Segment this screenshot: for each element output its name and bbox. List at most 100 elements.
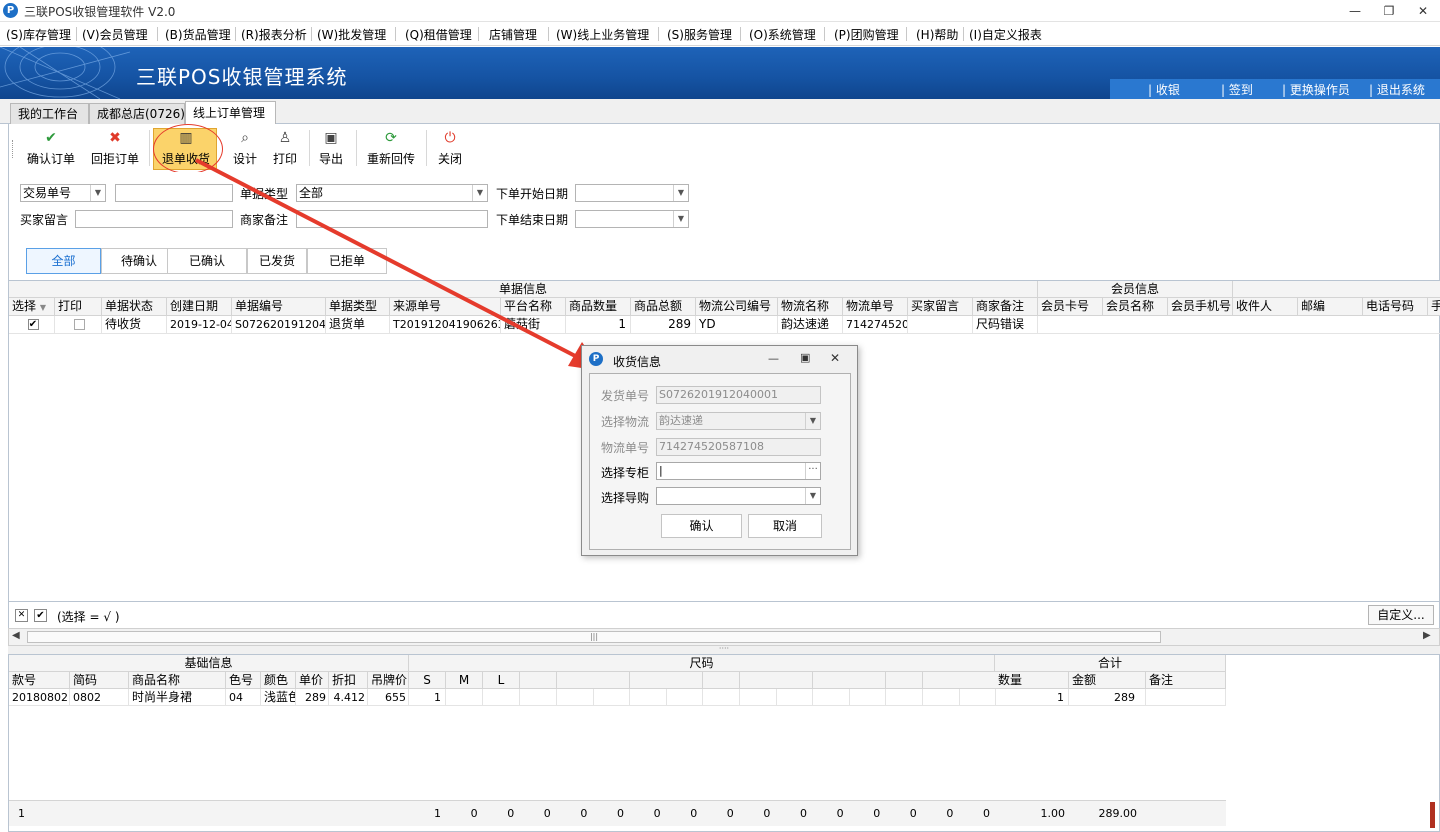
scroll-right-icon[interactable]: ▶ [1423, 630, 1431, 641]
clear-filter-icon[interactable]: ✕ [15, 609, 28, 622]
menu-help[interactable]: (H)帮助 [916, 26, 958, 43]
menu-goods[interactable]: (B)货品管理 [165, 26, 231, 43]
col-size-s[interactable]: S [409, 672, 446, 689]
filter-icon[interactable]: ▼ [40, 303, 46, 312]
print-button[interactable]: ♙ 打印 [268, 130, 302, 168]
menu-service[interactable]: (S)服务管理 [667, 26, 732, 43]
tab-online-orders[interactable]: 线上订单管理 [185, 101, 276, 124]
trade-type-select[interactable]: 交易单号 ▼ [20, 184, 106, 202]
col-style-no[interactable]: 款号 [9, 672, 70, 689]
col-tag-price[interactable]: 吊牌价 [368, 672, 409, 689]
row-size-m[interactable] [446, 689, 483, 706]
status-tab-confirmed[interactable]: 已确认 [167, 248, 247, 274]
export-button[interactable]: ▣ 导出 [314, 130, 348, 168]
tab-chengdu-store[interactable]: 成都总店(0726) [89, 103, 185, 124]
dialog-cancel-button[interactable]: 取消 [748, 514, 822, 538]
col-total[interactable]: 商品总额 [631, 298, 696, 316]
scroll-left-icon[interactable]: ◀ [12, 630, 20, 641]
row-size-blank[interactable] [666, 689, 704, 706]
row-size-blank[interactable] [629, 689, 667, 706]
dialog-ok-button[interactable]: 确认 [661, 514, 742, 538]
row-size-blank[interactable] [776, 689, 814, 706]
col-doc-type[interactable]: 单据类型 [326, 298, 390, 316]
menu-store[interactable]: 店铺管理 [489, 26, 537, 43]
col-product-name[interactable]: 商品名称 [129, 672, 226, 689]
confirm-order-button[interactable]: ✔ 确认订单 [24, 130, 78, 168]
row-print-checkbox[interactable] [55, 316, 102, 334]
row-select-checkbox[interactable]: ✔ [9, 316, 55, 334]
guide-select[interactable]: ▼ [656, 487, 821, 505]
close-button[interactable]: ⏻ 关闭 [434, 130, 466, 168]
row-size-blank[interactable] [593, 689, 631, 706]
ellipsis-icon[interactable]: ··· [805, 463, 820, 479]
link-exit[interactable]: | 退出系统 [1369, 81, 1425, 98]
row-size-blank[interactable] [812, 689, 850, 706]
menu-wholesale[interactable]: (W)批发管理 [317, 26, 386, 43]
col-size-l[interactable]: L [483, 672, 520, 689]
menu-rental[interactable]: (Q)租借管理 [405, 26, 472, 43]
design-button[interactable]: ⌕ 设计 [228, 130, 262, 168]
row-size-blank[interactable] [520, 689, 557, 706]
col-size-m[interactable]: M [446, 672, 483, 689]
buyer-msg-input[interactable] [75, 210, 233, 228]
col-short-code[interactable]: 简码 [70, 672, 129, 689]
menu-reports[interactable]: (R)报表分析 [241, 26, 307, 43]
menu-system[interactable]: (O)系统管理 [749, 26, 816, 43]
scroll-thumb[interactable]: ||| [27, 631, 1161, 643]
col-select[interactable]: 选择 ▼ [9, 298, 55, 316]
row-size-blank[interactable] [922, 689, 960, 706]
col-platform[interactable]: 平台名称 [501, 298, 566, 316]
dialog-restore-icon[interactable]: ▣ [800, 351, 810, 364]
row-size-blank[interactable] [739, 689, 777, 706]
col-doc-no[interactable]: 单据编号 [232, 298, 326, 316]
resize-grip[interactable] [1430, 802, 1435, 828]
col-status[interactable]: 单据状态 [102, 298, 167, 316]
col-merchant-note[interactable]: 商家备注 [973, 298, 1038, 316]
reject-order-button[interactable]: ✖ 回拒订单 [88, 130, 142, 168]
end-date-picker[interactable]: ▼ [575, 210, 689, 228]
link-switch-operator[interactable]: | 更换操作员 [1282, 81, 1350, 98]
status-tab-pending[interactable]: 待确认 [101, 248, 177, 274]
col-total-amount[interactable]: 金额 [1069, 672, 1146, 689]
col-postcode[interactable]: 邮编 [1298, 298, 1363, 316]
link-cashier[interactable]: | 收银 [1148, 81, 1180, 98]
col-print[interactable]: 打印 [55, 298, 102, 316]
col-note[interactable]: 备注 [1146, 672, 1226, 689]
filter-enabled-checkbox[interactable]: ✔ [34, 609, 47, 622]
col-buyer-msg[interactable]: 买家留言 [908, 298, 973, 316]
row-size-blank[interactable] [886, 689, 923, 706]
resend-button[interactable]: ⟳ 重新回传 [364, 130, 418, 168]
row-size-blank[interactable] [703, 689, 740, 706]
col-qty[interactable]: 商品数量 [566, 298, 631, 316]
col-recipient[interactable]: 收件人 [1233, 298, 1298, 316]
col-created[interactable]: 创建日期 [167, 298, 232, 316]
doc-type-select[interactable]: 全部 ▼ [296, 184, 488, 202]
row-size-blank[interactable] [959, 689, 997, 706]
row-size-l[interactable] [483, 689, 520, 706]
close-icon[interactable]: ✕ [1408, 2, 1438, 20]
status-tab-shipped[interactable]: 已发货 [247, 248, 307, 274]
merchant-note-input[interactable] [296, 210, 488, 228]
restore-icon[interactable]: ❐ [1374, 2, 1404, 20]
col-logistics-code[interactable]: 物流公司编号 [696, 298, 778, 316]
col-price[interactable]: 单价 [296, 672, 329, 689]
col-discount[interactable]: 折扣 [329, 672, 368, 689]
minimize-icon[interactable]: — [1340, 2, 1370, 20]
status-tab-all[interactable]: 全部 [26, 248, 101, 274]
row-size-blank[interactable] [849, 689, 887, 706]
status-tab-rejected[interactable]: 已拒单 [307, 248, 387, 274]
counter-input[interactable]: | ··· [656, 462, 821, 480]
col-mobile[interactable]: 手 [1428, 298, 1440, 316]
col-total-qty[interactable]: 数量 [995, 672, 1069, 689]
col-member-name[interactable]: 会员名称 [1103, 298, 1168, 316]
menu-member[interactable]: (V)会员管理 [82, 26, 148, 43]
link-signin[interactable]: | 签到 [1221, 81, 1253, 98]
col-member-card[interactable]: 会员卡号 [1038, 298, 1103, 316]
dialog-minimize-icon[interactable]: — [768, 352, 779, 365]
row-size-s[interactable]: 1 [409, 689, 446, 706]
col-phone[interactable]: 电话号码 [1363, 298, 1428, 316]
start-date-picker[interactable]: ▼ [575, 184, 689, 202]
menu-custom-report[interactable]: (I)自定义报表 [969, 26, 1042, 43]
splitter-handle[interactable]: ···· [8, 645, 1440, 654]
menu-groupbuy[interactable]: (P)团购管理 [834, 26, 899, 43]
